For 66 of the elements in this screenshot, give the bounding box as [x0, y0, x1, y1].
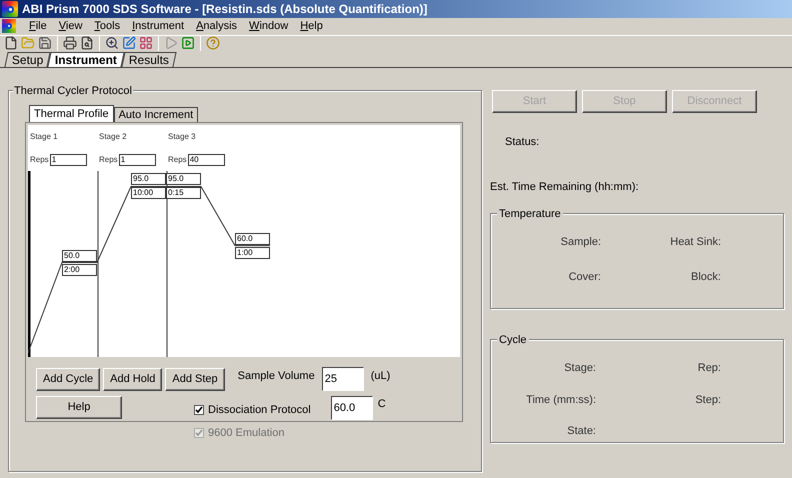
- window-title: ABI Prism 7000 SDS Software - [Resistin.sds (Absolute Quantification)]: [22, 1, 428, 18]
- menu-item[interactable]: Help: [295, 18, 328, 34]
- tab[interactable]: Setup: [4, 52, 51, 67]
- grid-icon[interactable]: [139, 36, 153, 50]
- save-icon[interactable]: [38, 36, 52, 50]
- menu-item[interactable]: Instrument: [127, 18, 190, 34]
- status-label: Status:: [505, 135, 540, 150]
- temperature-field[interactable]: 95.0: [131, 173, 166, 186]
- help-button[interactable]: Help: [36, 396, 122, 419]
- new-file-icon[interactable]: [4, 36, 18, 50]
- field-label: Rep:: [696, 361, 721, 376]
- tab[interactable]: Results: [122, 52, 177, 67]
- time-field[interactable]: 10:00: [131, 187, 166, 200]
- field-label: Block:: [690, 270, 721, 284]
- group-title: Cycle: [497, 332, 529, 348]
- menu-item[interactable]: Tools: [89, 18, 126, 34]
- menu-item[interactable]: View: [54, 18, 88, 34]
- group-title: Temperature: [497, 206, 563, 222]
- dissociation-temperature-field[interactable]: 60.0: [330, 396, 373, 420]
- print-icon[interactable]: [63, 36, 77, 50]
- unit-label: (uL): [370, 368, 390, 384]
- time-field[interactable]: 1:00: [235, 246, 270, 259]
- reps-label: Reps: [99, 154, 118, 166]
- menu-item[interactable]: File: [24, 18, 52, 34]
- tab[interactable]: Instrument: [48, 52, 125, 67]
- temperature-field[interactable]: 50.0: [62, 250, 97, 262]
- temperature-field[interactable]: 60.0: [235, 232, 270, 245]
- zoom-icon[interactable]: [105, 36, 119, 50]
- field-label: State:: [566, 424, 596, 439]
- checkbox[interactable]: [194, 405, 204, 416]
- field-label: Sample:: [560, 235, 601, 250]
- toolbar-button[interactable]: Add Step: [165, 368, 225, 390]
- menu-item[interactable]: Analysis: [191, 18, 242, 34]
- group-title: Thermal Cycler Protocol: [13, 83, 133, 100]
- stage-label: Stage 1: [30, 131, 58, 143]
- run-window-icon[interactable]: [181, 36, 195, 50]
- field-label: Heat Sink:: [669, 235, 721, 250]
- field-label: Step:: [694, 392, 721, 408]
- reps-field[interactable]: 40: [188, 154, 225, 166]
- sample-volume-label: Sample Volume: [238, 368, 315, 384]
- menu-item[interactable]: Window: [244, 18, 294, 34]
- tab[interactable]: Auto Increment: [114, 107, 198, 122]
- edit-icon[interactable]: [122, 36, 136, 50]
- print-preview-icon[interactable]: [80, 36, 94, 50]
- temperature-field[interactable]: 95.0: [166, 173, 201, 186]
- stage-label: Stage 2: [99, 131, 127, 143]
- reps-label: Reps: [168, 154, 187, 166]
- reps-label: Reps: [30, 154, 49, 166]
- unit-label: C: [378, 397, 386, 412]
- field-label: Cover:: [568, 270, 601, 284]
- document-icon[interactable]: [2, 19, 16, 34]
- sample-volume-field[interactable]: 25: [322, 367, 364, 391]
- field-label: Stage:: [563, 361, 596, 376]
- tab[interactable]: Thermal Profile: [29, 105, 114, 122]
- reps-field[interactable]: 1: [50, 154, 87, 166]
- field-label: Time (mm:ss):: [525, 392, 596, 408]
- app-icon: [2, 1, 18, 17]
- stage-label: Stage 3: [168, 131, 196, 143]
- time-field[interactable]: 0:15: [166, 187, 201, 200]
- checkbox-label: 9600 Emulation: [208, 426, 284, 440]
- time-remaining-label: Est. Time Remaining (hh:mm):: [490, 180, 640, 194]
- toolbar-button[interactable]: Add Cycle: [36, 368, 100, 390]
- checkbox-label: Dissociation Protocol: [208, 403, 311, 418]
- toolbar-button[interactable]: Add Hold: [103, 368, 162, 390]
- reps-field[interactable]: 1: [118, 154, 156, 166]
- time-field[interactable]: 2:00: [62, 264, 97, 276]
